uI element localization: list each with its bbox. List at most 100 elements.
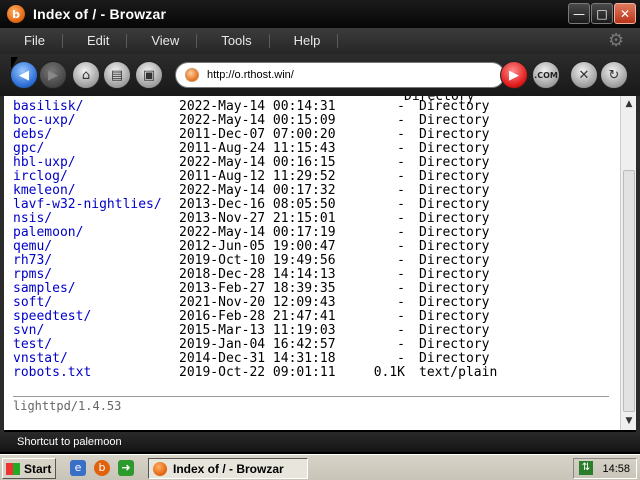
- entry-link[interactable]: nsis/: [13, 211, 52, 226]
- listing-row: nsis/2013-Nov-27 21:15:01 - Directory: [13, 212, 497, 226]
- entry-size: -: [397, 197, 405, 212]
- address-input[interactable]: http://o.rthost.win/: [207, 69, 294, 81]
- listing-row: boc-uxp/2022-May-14 00:15:09 - Directory: [13, 114, 497, 128]
- listing-row: soft/2021-Nov-20 12:09:43 - Directory: [13, 296, 497, 310]
- browzar-quicklaunch-icon[interactable]: b: [94, 460, 110, 476]
- close-button[interactable]: ✕: [614, 3, 636, 24]
- stop-button[interactable]: ✕: [570, 61, 598, 89]
- com-button[interactable]: .COM: [532, 61, 560, 89]
- save-page-button[interactable]: ▣: [135, 61, 163, 89]
- entry-link[interactable]: basilisk/: [13, 99, 83, 114]
- listing-row: robots.txt 2019-Oct-22 09:01:11 0.1K text/p…: [13, 366, 497, 380]
- arrow-quicklaunch-icon[interactable]: ➜: [118, 460, 134, 476]
- refresh-button[interactable]: ↻: [600, 61, 628, 89]
- divider: [13, 396, 609, 397]
- window-controls: — □ ✕: [568, 3, 636, 24]
- entry-date: 2022-May-14 00:16:15: [179, 155, 336, 170]
- mouse-cursor-icon: [11, 57, 18, 69]
- toolbar: ◀ ▶ ⌂ ▤ ▣ http://o.rthost.win/ ▶ .COM ✕ …: [0, 54, 640, 96]
- entry-size: -: [397, 309, 405, 324]
- entry-size: -: [397, 281, 405, 296]
- entry-link[interactable]: speedtest/: [13, 309, 91, 324]
- entry-link[interactable]: hbl-uxp/: [13, 155, 76, 170]
- listing-row: samples/2013-Feb-27 18:39:35 - Directory: [13, 282, 497, 296]
- entry-link[interactable]: debs/: [13, 127, 52, 142]
- entry-date: 2019-Jan-04 16:42:57: [179, 337, 336, 352]
- go-button[interactable]: ▶: [500, 61, 528, 89]
- browzar-logo-icon: b: [7, 5, 25, 23]
- entry-link[interactable]: irclog/: [13, 169, 68, 184]
- entry-link[interactable]: test/: [13, 337, 52, 352]
- menu-help[interactable]: Help: [270, 34, 339, 48]
- entry-link[interactable]: kmeleon/: [13, 183, 76, 198]
- listing-row: svn/2015-Mar-13 11:19:03 - Directory: [13, 324, 497, 338]
- entry-type: Directory: [419, 267, 490, 282]
- status-bar: Shortcut to palemoon: [0, 432, 640, 452]
- entry-link[interactable]: vnstat/: [13, 351, 68, 366]
- menu-edit[interactable]: Edit: [63, 34, 128, 48]
- listing-row: rh73/2019-Oct-10 19:49:56 - Directory: [13, 254, 497, 268]
- entry-link[interactable]: palemoon/: [13, 225, 83, 240]
- entry-link[interactable]: rh73/: [13, 253, 52, 268]
- entry-link[interactable]: qemu/: [13, 239, 52, 254]
- entry-link[interactable]: samples/: [13, 281, 76, 296]
- entry-date: 2022-May-14 00:17:32: [179, 183, 336, 198]
- scroll-down-icon[interactable]: ▼: [622, 414, 636, 428]
- entry-type: Directory: [419, 323, 490, 338]
- directory-listing: basilisk/2022-May-14 00:14:31- Directory b…: [13, 100, 497, 380]
- menu-tools[interactable]: Tools: [197, 34, 270, 48]
- entry-link[interactable]: svn/: [13, 323, 44, 338]
- listing-row: rpms/2018-Dec-28 14:14:13 - Directory: [13, 268, 497, 282]
- entry-size: 0.1K: [373, 365, 405, 380]
- site-favicon-icon: [185, 68, 199, 82]
- listing-row: gpc/2011-Aug-24 11:15:43 - Directory: [13, 142, 497, 156]
- entry-type: Directory: [419, 253, 490, 268]
- entry-type: Directory: [419, 239, 490, 254]
- ie-quicklaunch-icon[interactable]: e: [70, 460, 86, 476]
- listing-row: speedtest/2016-Feb-28 21:47:41 - Directory: [13, 310, 497, 324]
- scroll-up-icon[interactable]: ▲: [622, 97, 636, 111]
- task-label: Index of / - Browzar: [173, 461, 284, 476]
- entry-link[interactable]: soft/: [13, 295, 52, 310]
- status-text: Shortcut to palemoon: [17, 436, 122, 448]
- entry-type: text/plain: [419, 365, 498, 380]
- entry-type: Directory: [419, 295, 490, 310]
- taskbar: Start e b ➜ Index of / - Browzar ⇅ 14:58: [0, 454, 640, 480]
- listing-row: palemoon/2022-May-14 00:17:19 - Directory: [13, 226, 497, 240]
- entry-type: Directory: [419, 113, 490, 128]
- entry-date: 2012-Jun-05 19:00:47: [179, 239, 336, 254]
- menu-bar: File Edit View Tools Help ⚙: [0, 28, 640, 54]
- entry-type: Directory: [419, 211, 490, 226]
- listing-row: debs/2011-Dec-07 07:00:20 - Directory: [13, 128, 497, 142]
- home-button[interactable]: ⌂: [72, 61, 100, 89]
- entry-date: 2011-Dec-07 07:00:20: [179, 127, 336, 142]
- entry-size: -: [397, 267, 405, 282]
- gear-icon[interactable]: ⚙: [608, 32, 626, 50]
- entry-size: -: [397, 183, 405, 198]
- taskbar-window-button[interactable]: Index of / - Browzar: [148, 458, 308, 479]
- entry-link[interactable]: rpms/: [13, 267, 52, 282]
- entry-type: Directory: [419, 197, 490, 212]
- entry-date: 2016-Feb-28 21:47:41: [179, 309, 336, 324]
- entry-type: Directory: [419, 225, 490, 240]
- entry-link[interactable]: gpc/: [13, 141, 44, 156]
- network-tray-icon[interactable]: ⇅: [579, 461, 593, 475]
- entry-size: -: [397, 211, 405, 226]
- listing-row: qemu/2012-Jun-05 19:00:47 - Directory: [13, 240, 497, 254]
- start-button[interactable]: Start: [2, 458, 56, 479]
- listing-row: basilisk/2022-May-14 00:14:31 - Directory: [13, 100, 497, 114]
- address-bar[interactable]: http://o.rthost.win/: [175, 62, 505, 88]
- entry-link[interactable]: robots.txt: [13, 365, 91, 380]
- entry-link[interactable]: boc-uxp/: [13, 113, 76, 128]
- entry-date: 2013-Nov-27 21:15:01: [179, 211, 336, 226]
- scroll-thumb[interactable]: [623, 170, 635, 412]
- entry-date: 2022-May-14 00:15:09: [179, 113, 336, 128]
- print-button[interactable]: ▤: [103, 61, 131, 89]
- vertical-scrollbar[interactable]: ▲ ▼: [620, 96, 636, 430]
- maximize-button[interactable]: □: [591, 3, 613, 24]
- menu-view[interactable]: View: [127, 34, 198, 48]
- entry-link[interactable]: lavf-w32-nightlies/: [13, 197, 162, 212]
- minimize-button[interactable]: —: [568, 3, 590, 24]
- forward-button[interactable]: ▶: [39, 61, 67, 89]
- menu-file[interactable]: File: [0, 34, 63, 48]
